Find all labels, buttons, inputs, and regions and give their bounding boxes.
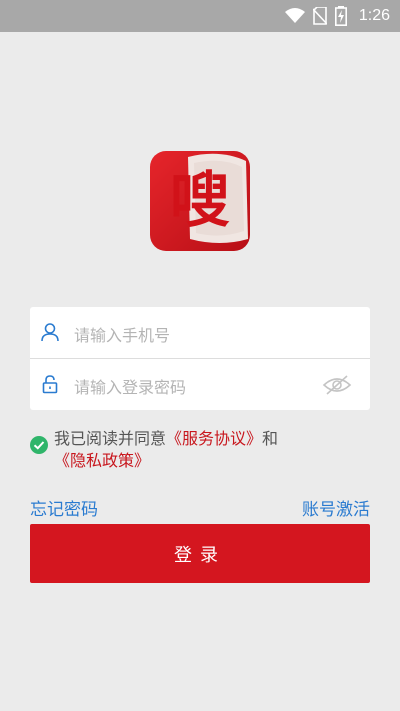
phone-field[interactable]: 请输入手机号	[30, 307, 370, 359]
lock-icon	[42, 375, 58, 394]
status-bar: 1:26	[0, 0, 400, 32]
user-icon	[41, 323, 59, 342]
phone-input-placeholder[interactable]: 请输入手机号	[74, 322, 170, 346]
app-logo: 嗖	[150, 151, 250, 251]
agreement-text: 我已阅读并同意《服务协议》和《隐私政策》	[54, 428, 374, 472]
agreement-checkbox-checked-icon[interactable]	[30, 436, 48, 454]
forgot-password-link[interactable]: 忘记密码	[30, 495, 98, 520]
activate-account-link[interactable]: 账号激活	[302, 495, 370, 520]
login-button[interactable]: 登录	[30, 524, 370, 583]
password-field[interactable]: 请输入登录密码	[30, 359, 370, 410]
no-sim-icon	[312, 7, 327, 25]
login-form: 请输入手机号 请输入登录密码	[30, 307, 370, 410]
battery-charging-icon	[334, 6, 347, 26]
service-agreement-link[interactable]: 《服务协议》	[166, 429, 262, 448]
logo-glyph: 嗖	[170, 166, 230, 236]
agreement-prefix: 我已阅读并同意	[54, 429, 167, 448]
eye-closed-icon[interactable]	[322, 374, 352, 396]
wifi-icon	[284, 8, 305, 23]
app-logo-image: 嗖	[150, 151, 250, 251]
clock-time: 1:26	[358, 7, 390, 24]
status-icons: 1:26	[284, 6, 390, 26]
password-input-placeholder[interactable]: 请输入登录密码	[74, 374, 186, 398]
agreement-connector: 和	[262, 429, 279, 448]
privacy-policy-link[interactable]: 《隐私政策》	[54, 451, 150, 470]
